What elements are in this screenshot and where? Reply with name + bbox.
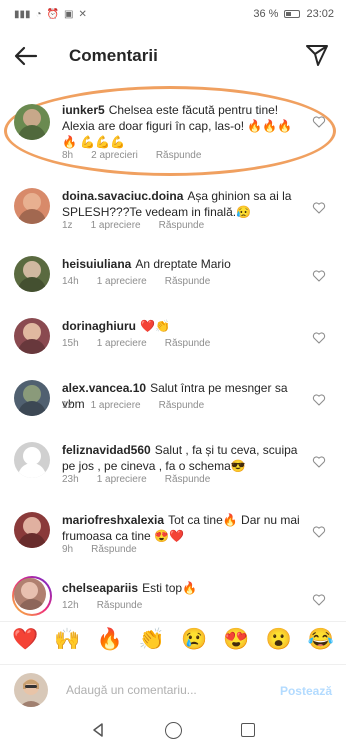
avatar[interactable] xyxy=(14,256,50,292)
like-heart-icon[interactable] xyxy=(312,593,326,607)
status-bar: ▮▮▮ ◔ ⏰ ▣ ✕ 36 % 23:02 xyxy=(0,0,346,30)
likes-count[interactable]: 1 apreciere xyxy=(97,474,147,485)
avatar[interactable] xyxy=(14,512,50,548)
status-icons-right: 36 % 23:02 xyxy=(253,8,334,20)
emoji-button[interactable]: 😮 xyxy=(261,628,297,652)
reply-button[interactable]: Răspunde xyxy=(165,276,211,287)
comment-username[interactable]: dorinaghiuru xyxy=(62,319,136,333)
comment-username[interactable]: chelseapariis xyxy=(62,581,138,595)
nav-home-icon[interactable] xyxy=(165,722,182,739)
comment-text: dorinaghiuru ❤️👏 xyxy=(62,318,302,334)
like-heart-icon[interactable] xyxy=(312,201,326,215)
emoji-button[interactable]: 😍 xyxy=(218,628,254,652)
header: Comentarii xyxy=(0,32,346,80)
avatar[interactable] xyxy=(14,188,50,224)
like-heart-icon[interactable] xyxy=(312,393,326,407)
comment-time: 8h xyxy=(62,150,74,161)
comment-username[interactable]: iunker5 xyxy=(62,103,105,117)
emoji-button[interactable]: 👏 xyxy=(134,628,170,652)
like-heart-icon[interactable] xyxy=(312,115,326,129)
emoji-button[interactable]: 😢 xyxy=(176,628,212,652)
reply-button[interactable]: Răspunde xyxy=(165,338,211,349)
comment-body: An dreptate Mario xyxy=(135,257,231,271)
comment-text: chelseapariis Esti top🔥 xyxy=(62,580,302,596)
comment-meta: 1z 1 apreciere Răspunde xyxy=(62,220,204,231)
comment-time: 12h xyxy=(62,600,79,611)
emoji-quick-bar: ❤️ 🙌 🔥 👏 😢 😍 😮 😂 xyxy=(0,621,346,657)
comment-time: 23h xyxy=(62,474,79,485)
likes-count[interactable]: 1 apreciere xyxy=(91,220,141,231)
comment-meta: 8h 2 aprecieri Răspunde xyxy=(62,150,201,161)
comment-username[interactable]: doina.savaciuc.doina xyxy=(62,189,183,203)
system-nav-bar xyxy=(0,712,346,750)
comment-meta: 14h 1 apreciere Răspunde xyxy=(62,276,210,287)
comment-username[interactable]: mariofreshxalexia xyxy=(62,513,164,527)
comment-composer: Postează xyxy=(0,664,346,712)
comment-body: Esti top🔥 xyxy=(142,581,198,595)
comment-time: 1z xyxy=(62,220,73,231)
avatar[interactable] xyxy=(14,578,46,610)
post-button[interactable]: Postează xyxy=(280,684,332,698)
comment-text: iunker5 Chelsea este făcută pentru tine! … xyxy=(62,102,302,150)
status-icons-left: ▮▮▮ ◔ ⏰ ▣ ✕ xyxy=(14,9,87,20)
comment-meta: 12h Răspunde xyxy=(62,600,142,611)
comment-meta: 1z 1 apreciere Răspunde xyxy=(62,400,204,411)
nav-recents-icon[interactable] xyxy=(241,723,255,737)
avatar[interactable] xyxy=(14,104,50,140)
likes-count[interactable]: 2 aprecieri xyxy=(91,150,138,161)
reply-button[interactable]: Răspunde xyxy=(165,474,211,485)
comment-username[interactable]: alex.vancea.10 xyxy=(62,381,146,395)
reply-button[interactable]: Răspunde xyxy=(91,544,137,555)
reply-button[interactable]: Răspunde xyxy=(97,600,143,611)
mute-icon: ✕ xyxy=(78,9,87,20)
comment-time: 9h xyxy=(62,544,74,555)
comment-body: ❤️👏 xyxy=(140,319,170,333)
alarm-icon: ⏰ xyxy=(46,9,60,20)
comment-text: doina.savaciuc.doina Așa ghinion sa ai la… xyxy=(62,188,302,220)
comment-text: heisuiuliana An dreptate Mario xyxy=(62,256,302,272)
comment-time: 14h xyxy=(62,276,79,287)
emoji-button[interactable]: ❤️ xyxy=(7,628,43,652)
back-arrow-icon[interactable] xyxy=(12,42,40,70)
comment-meta: 9h Răspunde xyxy=(62,544,137,555)
like-heart-icon[interactable] xyxy=(312,331,326,345)
nav-back-icon[interactable] xyxy=(90,722,106,738)
comment-username[interactable]: feliznavidad560 xyxy=(62,443,151,457)
comment-time: 1z xyxy=(62,400,73,411)
comment-text: feliznavidad560 Salut , fa și tu ceva, sc… xyxy=(62,442,302,474)
avatar[interactable] xyxy=(14,442,50,478)
comment-text: mariofreshxalexia Tot ca tine🔥 Dar nu mai… xyxy=(62,512,302,544)
comment-input[interactable] xyxy=(66,678,276,702)
clock: 23:02 xyxy=(306,8,334,20)
share-send-icon[interactable] xyxy=(304,42,330,68)
likes-count[interactable]: 1 apreciere xyxy=(97,338,147,349)
image-icon: ▣ xyxy=(64,9,74,20)
story-ring[interactable] xyxy=(12,576,52,616)
my-avatar xyxy=(14,673,48,707)
comment-meta: 23h 1 apreciere Răspunde xyxy=(62,474,210,485)
comment-meta: 15h 1 apreciere Răspunde xyxy=(62,338,210,349)
signal-icon: ▮▮▮ xyxy=(14,9,31,20)
wifi-icon: ◔ xyxy=(35,9,42,20)
page-title: Comentarii xyxy=(69,46,158,65)
reply-button[interactable]: Răspunde xyxy=(159,400,205,411)
avatar[interactable] xyxy=(14,318,50,354)
likes-count[interactable]: 1 apreciere xyxy=(97,276,147,287)
emoji-button[interactable]: 🙌 xyxy=(49,628,85,652)
comment-time: 15h xyxy=(62,338,79,349)
reply-button[interactable]: Răspunde xyxy=(159,220,205,231)
like-heart-icon[interactable] xyxy=(312,455,326,469)
like-heart-icon[interactable] xyxy=(312,525,326,539)
comment-username[interactable]: heisuiuliana xyxy=(62,257,131,271)
likes-count[interactable]: 1 apreciere xyxy=(91,400,141,411)
avatar[interactable] xyxy=(14,380,50,416)
like-heart-icon[interactable] xyxy=(312,269,326,283)
emoji-button[interactable]: 🔥 xyxy=(92,628,128,652)
battery-icon xyxy=(284,10,301,18)
emoji-button[interactable]: 😂 xyxy=(303,628,339,652)
reply-button[interactable]: Răspunde xyxy=(156,150,202,161)
battery-percent: 36 % xyxy=(253,8,279,20)
